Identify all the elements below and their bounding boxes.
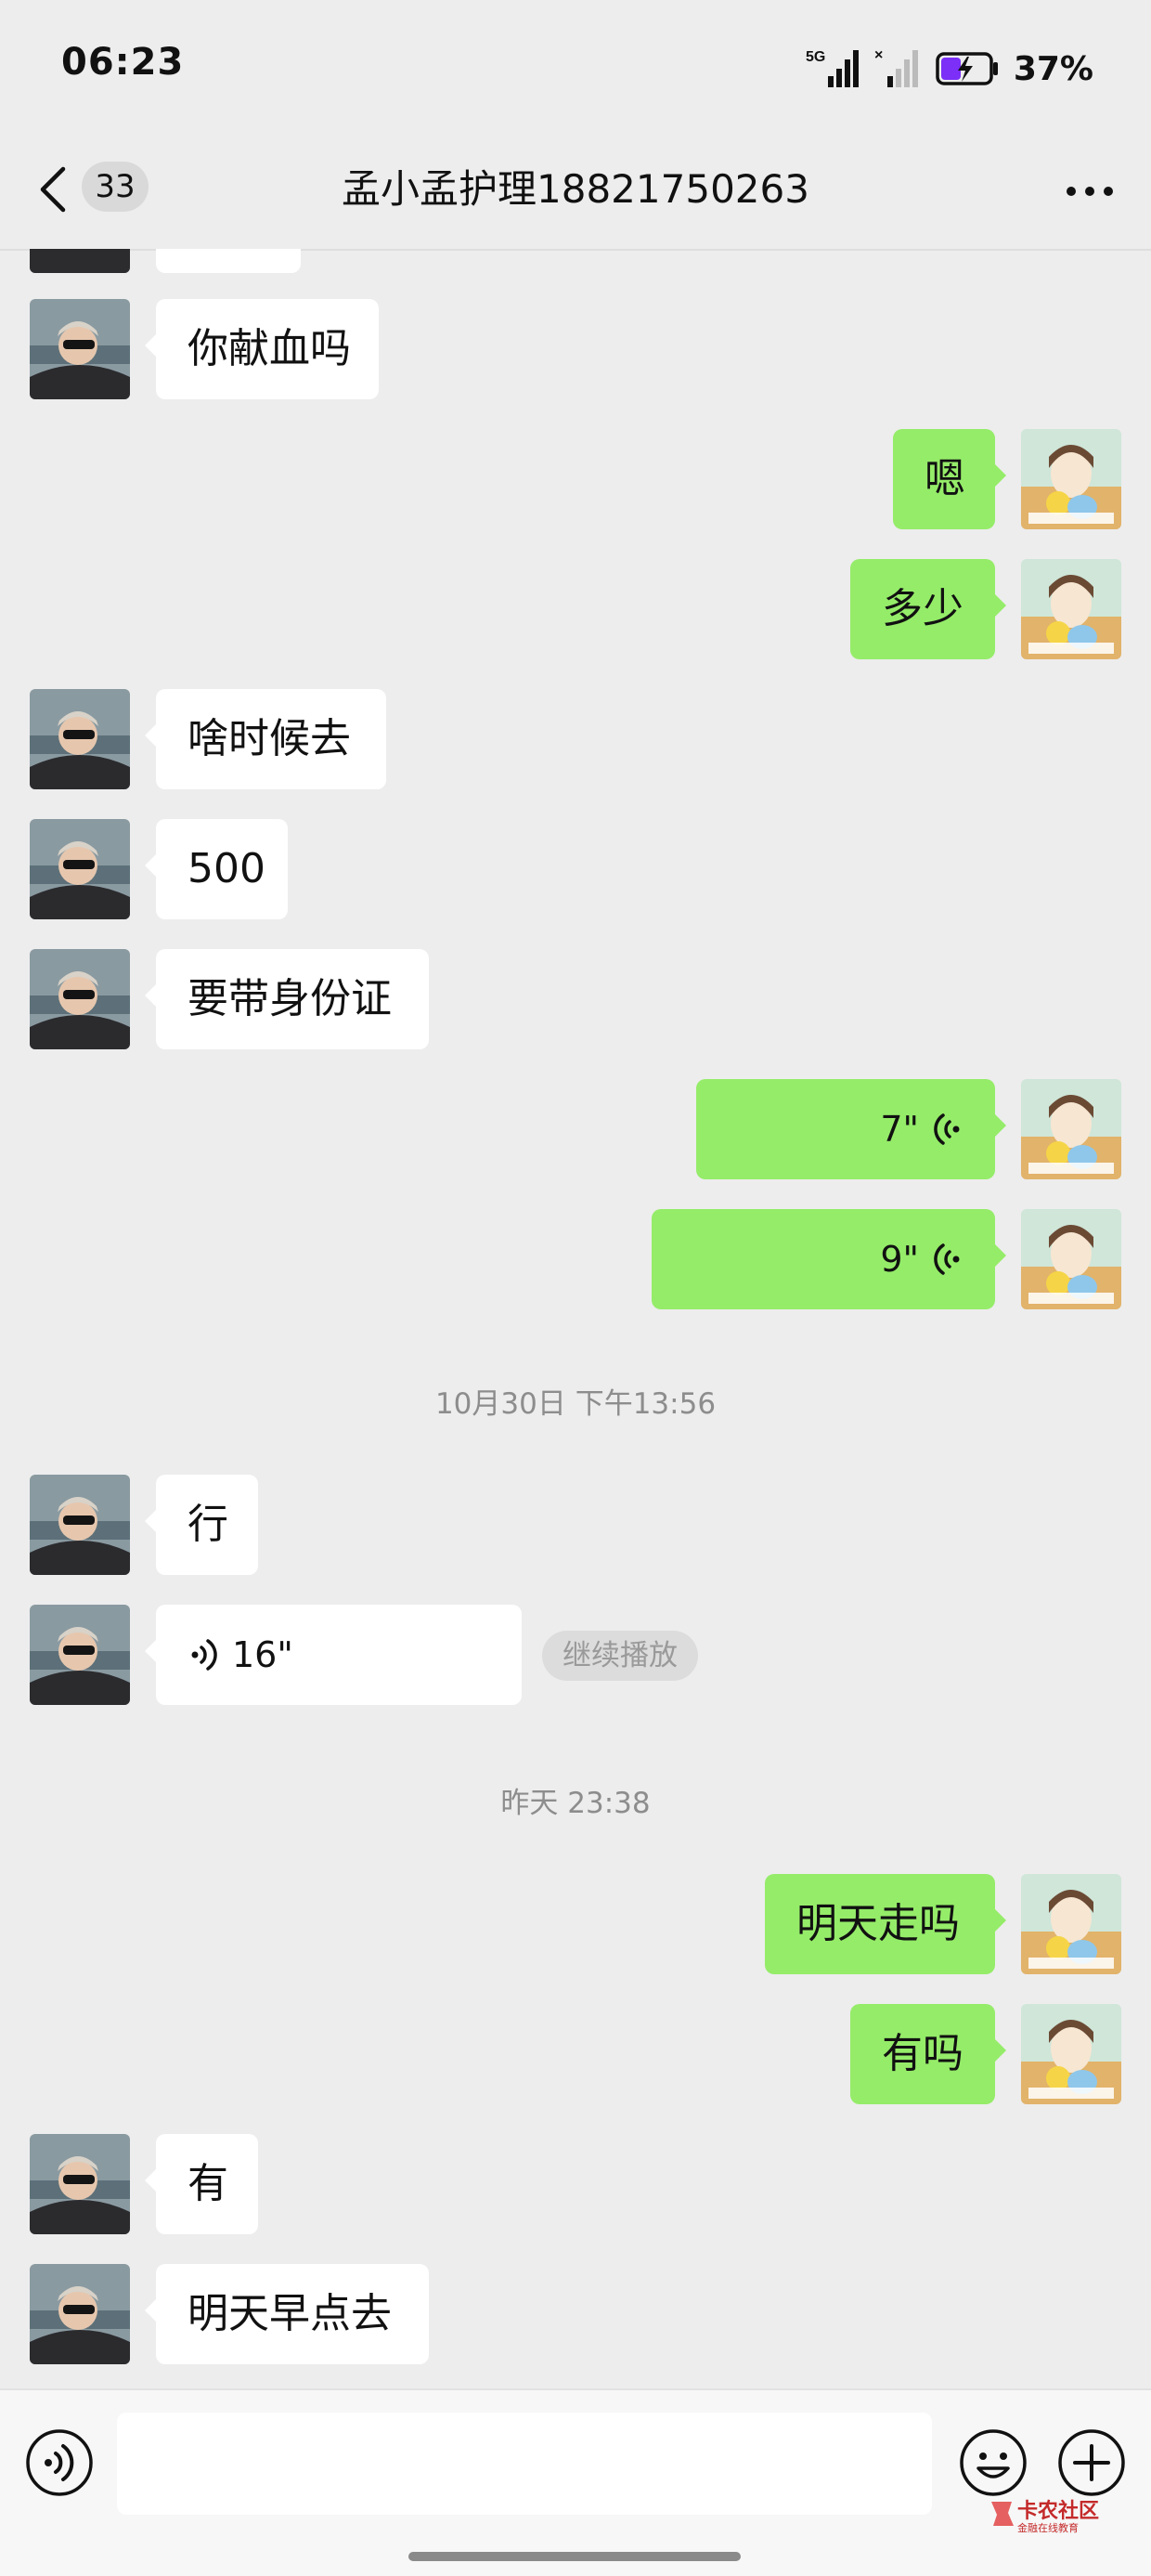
sent-message-row: 有吗 (0, 2004, 1151, 2104)
voice-message-content: 9" (683, 1209, 963, 1309)
battery-icon (936, 52, 998, 85)
chat-message-list[interactable]: 你献血吗嗯多少啥时候去 500 要带身份证 7" 9" 10月30日 下午13:56 行 16… (0, 249, 1151, 2388)
contact-avatar[interactable] (30, 1605, 130, 1705)
message-timestamp: 10月30日 下午13:56 (434, 1387, 717, 1421)
chat-header: 33 孟小孟护理18821750263 (0, 130, 1151, 251)
message-bubble[interactable]: 要带身份证 (145, 949, 429, 1049)
received-message-row: 你献血吗 (0, 299, 1151, 399)
contact-avatar[interactable] (30, 2264, 130, 2364)
status-bar: 06:23 5G × 37% (0, 0, 1151, 130)
watermark-subtitle: 金融在线教育 (1017, 2522, 1079, 2534)
message-bubble[interactable]: 有吗 (850, 2004, 1006, 2104)
voice-message-bubble[interactable]: 7" (696, 1079, 1006, 1179)
message-bubble[interactable]: 嗯 (893, 429, 1006, 529)
contact-avatar[interactable] (30, 1475, 130, 1575)
received-message-row: 16" 继续播放 (0, 1605, 1151, 1705)
my-avatar[interactable] (1021, 1079, 1121, 1179)
message-bubble[interactable]: 明天早点去 (145, 2264, 429, 2364)
more-dots-icon[interactable] (1053, 167, 1127, 214)
my-avatar[interactable] (1021, 559, 1121, 659)
my-avatar[interactable] (1021, 2004, 1121, 2104)
contact-avatar[interactable] (30, 689, 130, 789)
contact-avatar[interactable] (30, 819, 130, 919)
message-bubble[interactable]: 啥时候去 (145, 689, 386, 789)
chat-title: 孟小孟护理18821750263 (342, 166, 809, 212)
message-bubble[interactable]: 你献血吗 (145, 299, 379, 399)
voice-wave-icon (191, 1639, 217, 1671)
voice-wave-icon (934, 1243, 960, 1275)
message-bubble[interactable]: 明天走吗 (765, 1874, 1006, 1974)
emoji-icon[interactable] (958, 2427, 1028, 2498)
watermark-mark-icon (991, 2502, 1014, 2526)
my-avatar[interactable] (1021, 1209, 1121, 1309)
message-timestamp: 昨天 23:38 (500, 1787, 651, 1820)
status-indicators: 5G × 37% (804, 45, 1093, 93)
contact-avatar[interactable] (30, 2134, 130, 2234)
sent-message-row: 9" (0, 1209, 1151, 1309)
received-message-row: 啥时候去 (0, 689, 1151, 789)
network-label: 5G (806, 49, 825, 65)
contact-avatar[interactable] (30, 299, 130, 399)
watermark-logo: 卡农社区 金融在线教育 (986, 2494, 1106, 2541)
message-row-partial (0, 249, 1151, 273)
received-message-row: 500 (0, 819, 1151, 919)
message-bubble[interactable]: 有 (145, 2134, 258, 2234)
received-message-row: 要带身份证 (0, 949, 1151, 1049)
battery-percent: 37% (1013, 49, 1093, 88)
voice-message-content: 7" (728, 1079, 963, 1179)
plus-icon[interactable] (1056, 2427, 1127, 2498)
home-indicator[interactable] (408, 2552, 741, 2561)
signal-5g-icon: 5G (806, 49, 859, 87)
voice-input-icon[interactable] (24, 2427, 95, 2498)
status-time: 06:23 (61, 41, 185, 84)
message-bubble[interactable]: 行 (145, 1475, 258, 1575)
chat-input-bar: 卡农社区 金融在线教育 (0, 2388, 1151, 2576)
voice-message-bubble[interactable]: 16" (145, 1605, 522, 1705)
contact-avatar[interactable] (30, 949, 130, 1049)
contact-avatar[interactable] (30, 249, 130, 273)
sent-message-row: 多少 (0, 559, 1151, 659)
voice-duration: 9" (880, 1239, 919, 1280)
received-message-row: 明天早点去 (0, 2264, 1151, 2364)
message-bubble[interactable]: 500 (145, 819, 288, 919)
message-bubble[interactable]: 多少 (850, 559, 1006, 659)
message-input[interactable] (117, 2413, 932, 2515)
my-avatar[interactable] (1021, 1874, 1121, 1974)
voice-duration: 7" (880, 1109, 919, 1150)
received-message-row: 有 (0, 2134, 1151, 2234)
message-bubble-partial[interactable] (156, 249, 301, 273)
continue-playing-hint[interactable]: 继续播放 (542, 1631, 698, 1681)
voice-wave-icon (934, 1113, 960, 1145)
voice-message-bubble[interactable]: 9" (652, 1209, 1006, 1309)
received-message-row: 行 (0, 1475, 1151, 1575)
voice-message-content: 16" (188, 1605, 490, 1705)
svg-text:×: × (874, 47, 883, 63)
sent-message-row: 7" (0, 1079, 1151, 1179)
sent-message-row: 明天走吗 (0, 1874, 1151, 1974)
sent-message-row: 嗯 (0, 429, 1151, 529)
signal-no-service-icon: × (874, 47, 918, 87)
voice-duration: 16" (232, 1634, 293, 1675)
my-avatar[interactable] (1021, 429, 1121, 529)
